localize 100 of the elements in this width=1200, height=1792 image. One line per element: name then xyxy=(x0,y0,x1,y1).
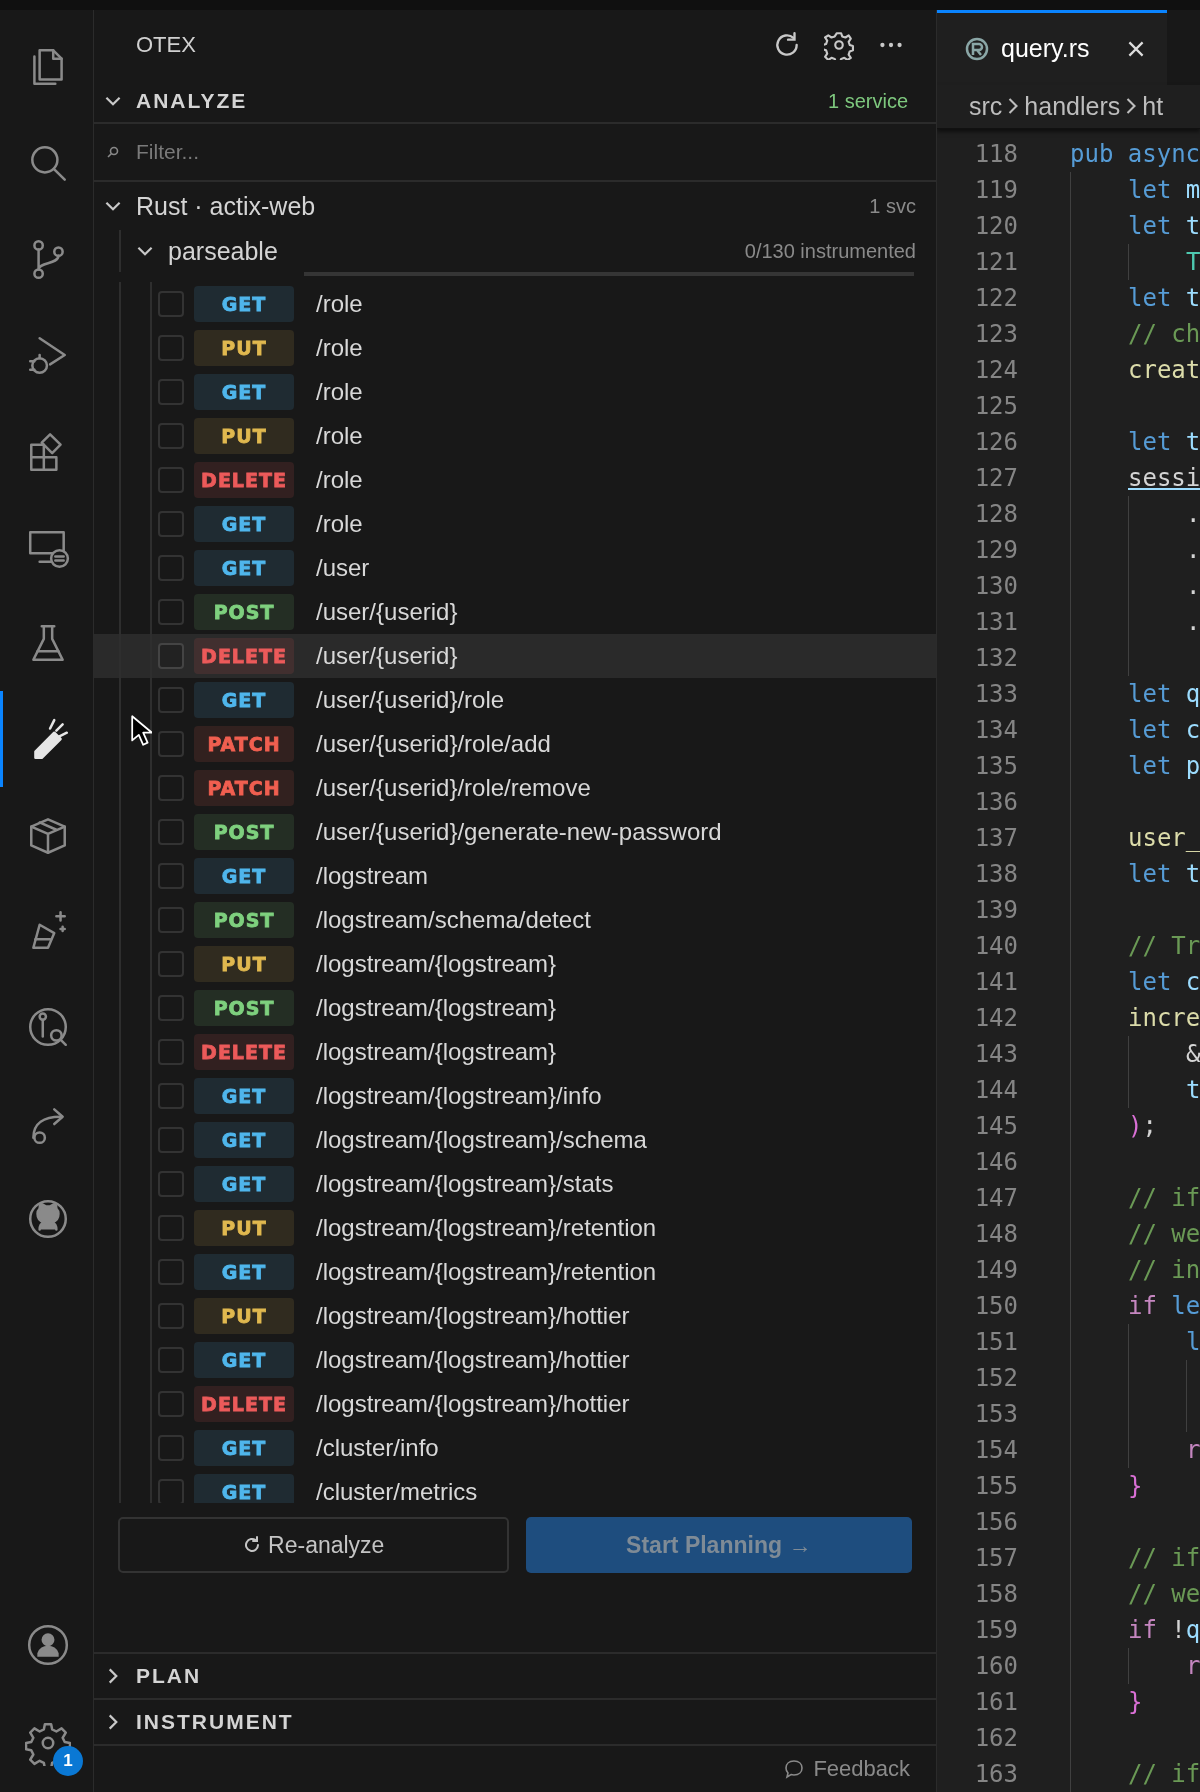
code-token: t xyxy=(1185,427,1200,458)
checkbox[interactable] xyxy=(158,291,184,317)
endpoint-row[interactable]: GET /user/{userid}/role xyxy=(94,678,936,722)
checkbox[interactable] xyxy=(158,1215,184,1241)
code-token: // we xyxy=(1128,1219,1200,1250)
code-token: let xyxy=(1128,175,1173,206)
section-header[interactable]: INSTRUMENT xyxy=(94,1698,936,1744)
checkbox[interactable] xyxy=(158,907,184,933)
checkbox[interactable] xyxy=(158,1083,184,1109)
endpoint-row[interactable]: POST /user/{userid} xyxy=(94,590,936,634)
breadcrumb[interactable]: src xyxy=(969,91,1003,121)
line-number: 131 xyxy=(973,608,1018,636)
method-badge: POST xyxy=(194,990,294,1026)
endpoint-row[interactable]: DELETE /role xyxy=(94,458,936,502)
checkbox[interactable] xyxy=(158,555,184,581)
endpoint-row[interactable]: POST /logstream/{logstream} xyxy=(94,986,936,1030)
checkbox[interactable] xyxy=(158,1127,184,1153)
endpoint-row[interactable]: GET /logstream/{logstream}/stats xyxy=(94,1162,936,1206)
settings-icon[interactable] xyxy=(824,30,854,60)
code-token: t xyxy=(1185,211,1200,242)
feedback-link[interactable]: Feedback xyxy=(783,1756,910,1782)
endpoint-row[interactable]: GET /logstream/{logstream}/retention xyxy=(94,1250,936,1294)
line-number: 144 xyxy=(973,1076,1018,1104)
method-badge: GET xyxy=(194,1342,294,1378)
checkbox[interactable] xyxy=(158,687,184,713)
line-number: 128 xyxy=(973,500,1018,528)
endpoint-row[interactable]: PUT /role xyxy=(94,326,936,370)
endpoint-row[interactable]: GET /role xyxy=(94,370,936,414)
line-number: 149 xyxy=(973,1256,1018,1284)
endpoint-row[interactable]: POST /user/{userid}/generate-new-password xyxy=(94,810,936,854)
endpoint-row[interactable]: POST /logstream/schema/detect xyxy=(94,898,936,942)
endpoint-path: /role xyxy=(316,422,363,450)
reanalyze-button[interactable]: Re-analyze xyxy=(118,1517,509,1573)
line-number: 122 xyxy=(973,284,1018,312)
checkbox[interactable] xyxy=(158,775,184,801)
endpoint-row[interactable]: PUT /logstream/{logstream}/hottier xyxy=(94,1294,936,1338)
code-token: // in xyxy=(1128,1255,1200,1286)
code-token: c xyxy=(1185,967,1200,998)
account-icon[interactable] xyxy=(25,1622,71,1668)
line-number: 162 xyxy=(973,1724,1018,1752)
checkbox[interactable] xyxy=(158,731,184,757)
endpoint-row[interactable]: PUT /logstream/{logstream} xyxy=(94,942,936,986)
checkbox[interactable] xyxy=(158,379,184,405)
filter-field[interactable]: Filter... xyxy=(134,139,924,165)
endpoint-row[interactable]: DELETE /logstream/{logstream}/hottier xyxy=(94,1382,936,1426)
checkbox[interactable] xyxy=(158,335,184,361)
breadcrumb[interactable]: handlers xyxy=(1024,91,1121,121)
endpoint-row[interactable]: DELETE /logstream/{logstream} xyxy=(94,1030,936,1074)
checkbox[interactable] xyxy=(158,819,184,845)
checkbox[interactable] xyxy=(158,1391,184,1417)
checkbox[interactable] xyxy=(158,467,184,493)
endpoint-path: /logstream/{logstream} xyxy=(316,950,557,978)
line-number: 130 xyxy=(973,572,1018,600)
section-header[interactable]: ANALYZE 1 service xyxy=(94,80,936,124)
breadcrumb[interactable]: ht xyxy=(1142,91,1164,121)
endpoint-row[interactable]: GET /role xyxy=(94,502,936,546)
section-header[interactable]: PLAN xyxy=(94,1652,936,1698)
checkbox[interactable] xyxy=(158,1347,184,1373)
tree-group[interactable]: Rust · actix-web 1 svc xyxy=(94,182,936,230)
checkbox[interactable] xyxy=(158,863,184,889)
checkbox[interactable] xyxy=(158,995,184,1021)
speech-bubble-icon xyxy=(783,1758,806,1780)
checkbox[interactable] xyxy=(158,1171,184,1197)
endpoint-row[interactable]: PATCH /user/{userid}/role/remove xyxy=(94,766,936,810)
line-number: 126 xyxy=(973,428,1018,456)
checkbox[interactable] xyxy=(158,599,184,625)
hovered-endpoint-row[interactable]: DELETE /user/{userid} xyxy=(94,634,936,678)
endpoint-row[interactable]: PUT /logstream/{logstream}/retention xyxy=(94,1206,936,1250)
checkbox[interactable] xyxy=(158,951,184,977)
endpoint-path: /cluster/metrics xyxy=(316,1478,478,1503)
editor-tab[interactable]: query.rs xyxy=(937,10,1168,85)
endpoint-row[interactable]: GET /cluster/metrics xyxy=(94,1470,936,1503)
code-token: let xyxy=(1128,715,1173,746)
line-number: 153 xyxy=(973,1400,1018,1428)
checkbox[interactable] xyxy=(158,1303,184,1329)
endpoint-path: /role xyxy=(316,466,363,494)
endpoint-row[interactable]: GET /logstream/{logstream}/hottier xyxy=(94,1338,936,1382)
endpoint-row[interactable]: GET /logstream/{logstream}/schema xyxy=(94,1118,936,1162)
endpoint-path: /logstream/{logstream}/retention xyxy=(316,1214,657,1242)
method-badge: DELETE xyxy=(194,638,294,674)
checkbox[interactable] xyxy=(158,1259,184,1285)
endpoint-row[interactable]: PUT /role xyxy=(94,414,936,458)
code-token: t xyxy=(1185,859,1200,890)
endpoint-row[interactable]: GET /logstream xyxy=(94,854,936,898)
endpoint-path: /user xyxy=(316,554,370,582)
endpoint-row[interactable]: GET /role xyxy=(94,282,936,326)
endpoint-row[interactable]: GET /user xyxy=(94,546,936,590)
endpoint-path: /user/{userid} xyxy=(316,598,458,626)
checkbox[interactable] xyxy=(158,1039,184,1065)
checkbox[interactable] xyxy=(158,1435,184,1461)
endpoint-path: /role xyxy=(316,290,363,318)
checkbox[interactable] xyxy=(158,643,184,669)
checkbox[interactable] xyxy=(158,1479,184,1503)
endpoint-row[interactable]: PATCH /user/{userid}/role/add xyxy=(94,722,936,766)
endpoint-row[interactable]: GET /logstream/{logstream}/info xyxy=(94,1074,936,1118)
service-row[interactable]: parseable 0/130 instrumented xyxy=(94,230,936,272)
line-number: 147 xyxy=(973,1184,1018,1212)
endpoint-row[interactable]: GET /cluster/info xyxy=(94,1426,936,1470)
checkbox[interactable] xyxy=(158,511,184,537)
checkbox[interactable] xyxy=(158,423,184,449)
